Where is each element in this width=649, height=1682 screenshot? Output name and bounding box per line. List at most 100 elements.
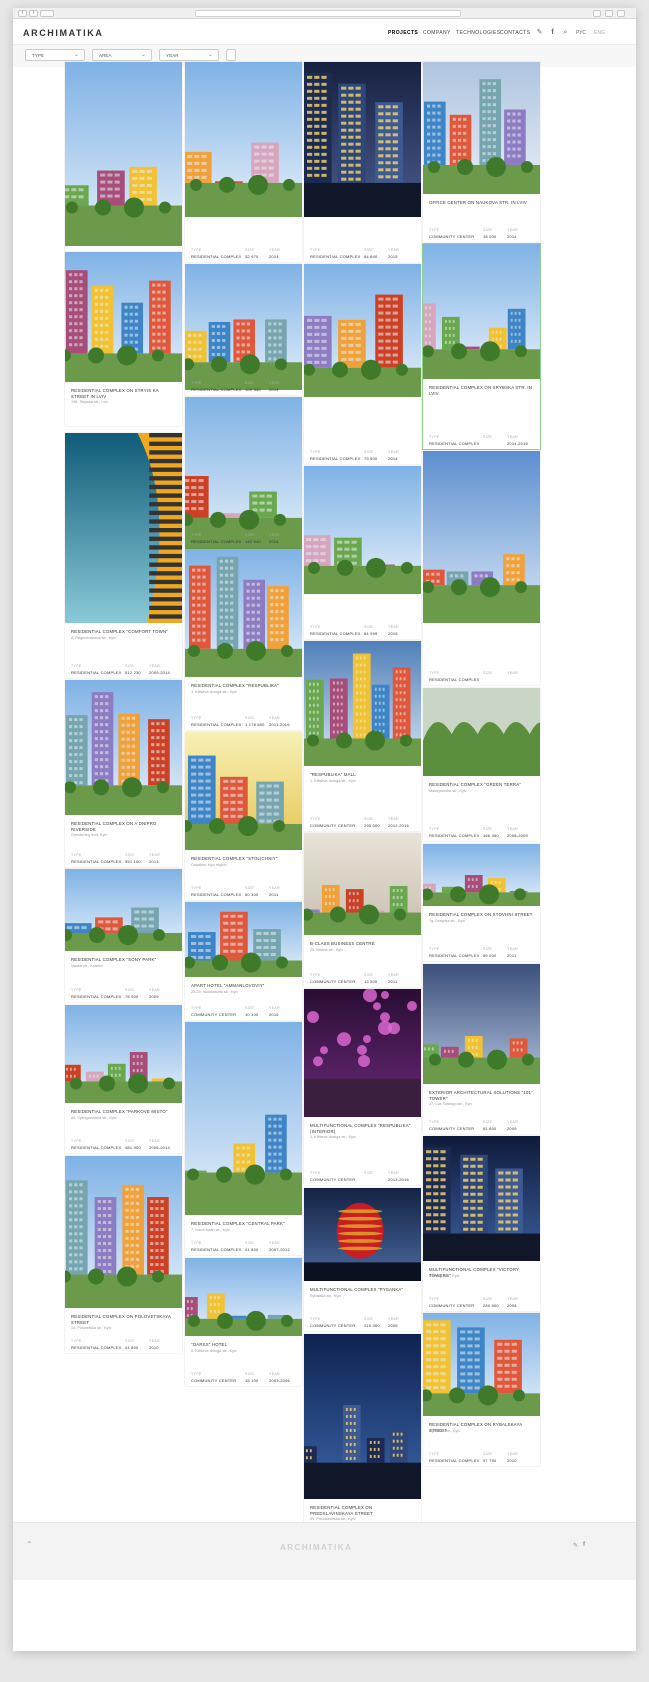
project-image[interactable] — [304, 466, 421, 594]
project-image[interactable] — [304, 1334, 421, 1499]
project-card[interactable]: RESIDENTIAL COMPLEX "RESPUBLIKA" 1, Kilts… — [185, 549, 302, 730]
meta-year-value: 2003-2006 — [269, 1378, 290, 1383]
meta-year-value: 2008-2009 — [507, 833, 528, 838]
project-title[interactable]: OFFICE CENTER ON NAUKOVA STR. IN LVIV — [429, 200, 534, 206]
meta-year-label: YEAR — [388, 625, 399, 629]
project-image[interactable] — [423, 451, 540, 623]
project-image[interactable] — [304, 833, 421, 935]
project-title[interactable]: RESIDENTIAL COMPLEX "CENTRAL PARK" — [191, 1221, 296, 1227]
project-address: Rybalska str., Kyiv — [310, 1294, 342, 1298]
meta-type-value: COMMUNITY CENTER — [429, 1126, 475, 1131]
project-image[interactable] — [65, 62, 182, 246]
project-title[interactable]: RESIDENTIAL COMPLEX ON A DNIPRO RIVERSID… — [71, 821, 176, 832]
project-image[interactable] — [65, 433, 182, 623]
project-image[interactable] — [185, 732, 302, 850]
project-title[interactable]: APART HOTEL "AMMANLOVOVIY" — [191, 983, 296, 989]
meta-year-value: 2010 — [507, 1458, 517, 1463]
project-image[interactable] — [304, 989, 421, 1117]
project-card[interactable]: RESIDENTIAL COMPLEX "COMFORT TOWN" 6, Reg… — [65, 433, 182, 678]
project-image[interactable] — [423, 844, 540, 906]
project-image[interactable] — [423, 1313, 540, 1416]
meta-size-label: SIZE — [483, 1120, 493, 1124]
project-title[interactable]: MULTIFUNCTIONAL COMPLEX "PYSANKA" — [310, 1287, 415, 1293]
project-card[interactable]: MULTIFUNCTIONAL COMPLEX "VICTORY TOWERS"… — [423, 1136, 540, 1311]
project-title[interactable]: RESIDENTIAL COMPLEX "RESPUBLIKA" — [191, 683, 296, 689]
project-card[interactable]: B-CLASS BUSINESS CENTRE 25, Bruma str., K… — [304, 833, 421, 987]
project-title[interactable]: RESIDENTIAL COMPLEX "SONY PARK" — [71, 957, 176, 963]
project-card[interactable]: TYPE RESIDENTIAL COMPLEX SIZE 32 970 YEAR 201… — [185, 62, 302, 262]
project-title[interactable]: RESIDENTIAL COMPLEX ON STRYIS KA STREET … — [71, 388, 176, 399]
project-title[interactable]: RESIDENTIAL COMPLEX ON STOVHNI STREET — [429, 912, 534, 918]
project-image[interactable] — [423, 62, 540, 194]
project-image[interactable] — [304, 264, 421, 397]
project-image[interactable] — [423, 964, 540, 1084]
project-title[interactable]: B-CLASS BUSINESS CENTRE — [310, 941, 415, 947]
project-image[interactable] — [65, 1005, 182, 1103]
project-card[interactable]: OFFICE CENTER ON NAUKOVA STR. IN LVIV TYP… — [423, 62, 540, 242]
project-image[interactable] — [185, 549, 302, 677]
project-title[interactable]: "RESPUBLIKA" MALL — [310, 772, 415, 778]
project-image[interactable] — [304, 1188, 421, 1281]
project-title[interactable]: RESIDENTIAL COMPLEX ON SRYBSKA STR. IN L… — [429, 385, 534, 396]
meta-year-label: YEAR — [269, 381, 280, 385]
project-title[interactable]: MULTIFUNCTIONAL COMPLEX "RESPUBLIKA" (IN… — [310, 1123, 415, 1134]
project-image[interactable] — [304, 641, 421, 766]
project-image[interactable] — [65, 1156, 182, 1308]
project-image[interactable] — [423, 244, 540, 379]
project-title[interactable]: EXTERIOR ARCHITECTURAL SOLUTIONS "101" T… — [429, 1090, 534, 1101]
scroll-up-icon[interactable]: ⌃ — [26, 1540, 33, 1549]
project-image[interactable] — [185, 1258, 302, 1336]
project-card[interactable]: RESIDENTIAL COMPLEX ON STRYIS KA STREET … — [65, 252, 182, 426]
project-title[interactable]: RESIDENTIAL COMPLEX ON POLOVETSKAYA STRE… — [71, 1314, 176, 1325]
project-image[interactable] — [65, 869, 182, 951]
project-card[interactable]: MULTIFUNCTIONAL COMPLEX "RESPUBLIKA" (IN… — [304, 989, 421, 1185]
project-card[interactable]: RESIDENTIAL COMPLEX ON A DNIPRO RIVERSID… — [65, 680, 182, 867]
meta-type-value: RESIDENTIAL COMPLEX — [191, 387, 242, 392]
project-title[interactable]: RESIDENTIAL COMPLEX "PARKOVE MISTO" — [71, 1109, 176, 1115]
meta-size-value: 41 800 — [125, 1345, 139, 1350]
project-image[interactable] — [423, 1136, 540, 1261]
project-title[interactable]: RESIDENTIAL COMPLEX "COMFORT TOWN" — [71, 629, 176, 635]
project-image[interactable] — [185, 1022, 302, 1215]
project-title[interactable]: RESIDENTIAL COMPLEX "STOLICHNIY" — [191, 856, 296, 862]
project-card[interactable]: EXTERIOR ARCHITECTURAL SOLUTIONS "101" T… — [423, 964, 540, 1134]
project-card[interactable]: TYPE RESIDENTIAL COMPLEX SIZE 79 500 YEAR 201… — [304, 264, 421, 464]
pen-icon[interactable]: ✎ — [573, 1542, 578, 1549]
project-image[interactable] — [423, 688, 540, 776]
project-card[interactable]: RESIDENTIAL COMPLEX ON POLOVETSKAYA STRE… — [65, 1156, 182, 1353]
project-card[interactable]: MULTIFUNCTIONAL COMPLEX "PYSANKA" Rybalsk… — [304, 1188, 421, 1331]
meta-type-value: RESIDENTIAL COMPLEX — [429, 953, 480, 958]
project-card[interactable]: "OARSS" HOTEL 6, Kiltseva doroga str., Ky… — [185, 1258, 302, 1386]
project-card[interactable]: RESIDENTIAL COMPLEX "GREEN TERRA" Maksymo… — [423, 688, 540, 841]
project-title[interactable]: RESIDENTIAL COMPLEX "GREEN TERRA" — [429, 782, 534, 788]
project-title[interactable]: "OARSS" HOTEL — [191, 1342, 296, 1348]
project-card[interactable]: RESIDENTIAL COMPLEX ON SRYBSKA STR. IN L… — [422, 243, 541, 450]
project-card[interactable]: RESIDENTIAL COMPLEX "PARKOVE MISTO" 65, V… — [65, 1005, 182, 1153]
meta-year-label: YEAR — [149, 1339, 160, 1343]
project-image[interactable] — [304, 62, 421, 217]
project-card[interactable]: TYPE RESIDENTIAL COMPLEX SIZE 84 840 YEAR 201… — [304, 62, 421, 262]
project-card[interactable]: RESIDENTIAL COMPLEX "CENTRAL PARK" 7, Iva… — [185, 1022, 302, 1255]
project-image[interactable] — [65, 252, 182, 382]
project-card[interactable]: RESIDENTIAL COMPLEX "SONY PARK" Nauka str… — [65, 869, 182, 1002]
project-card[interactable]: APART HOTEL "AMMANLOVOVIY" 25-29, Vodopla… — [185, 902, 302, 1020]
meta-year-label: YEAR — [269, 1372, 280, 1376]
facebook-icon[interactable]: f — [583, 1542, 585, 1548]
project-address: 14, Polovetska str., Kyiv — [71, 1326, 112, 1330]
meta-size-label: SIZE — [125, 988, 135, 992]
project-image[interactable] — [185, 62, 302, 217]
project-image[interactable] — [185, 264, 302, 390]
project-card[interactable]: TYPE RESIDENTIAL COMPLEX SIZE 64 999 YEAR 201… — [304, 466, 421, 639]
project-card[interactable]: RESIDENTIAL COMPLEX "STOLICHNIY" Osadkev,… — [185, 732, 302, 900]
project-title[interactable]: RESIDENTIAL COMPLEX ON PREDSLAVINSKAYA S… — [310, 1505, 415, 1516]
project-card[interactable]: TYPE RESIDENTIAL COMPLEX SIZE YEAR — [423, 451, 540, 685]
project-card[interactable]: "RESPUBLIKA" MALL 1, Kiltseva doroga str.… — [304, 641, 421, 831]
project-image[interactable] — [185, 902, 302, 977]
project-card[interactable]: RESIDENTIAL COMPLEX ON PREDSLAVINSKAYA S… — [304, 1334, 421, 1539]
project-card[interactable]: TYPE RESIDENTIAL COMPLEX SIZE 142 940 YEAR 20… — [185, 397, 302, 552]
project-image[interactable] — [65, 680, 182, 815]
project-card[interactable]: TYPE RESIDENTIAL COMPLEX SIZE 109 340 YEAR 20… — [185, 264, 302, 395]
project-card[interactable]: RESIDENTIAL COMPLEX ON RYBALSKAYA STREET… — [423, 1313, 540, 1466]
project-card[interactable]: RESIDENTIAL COMPLEX ON STOVHNI STREET 7g,… — [423, 844, 540, 961]
project-image[interactable] — [185, 397, 302, 552]
